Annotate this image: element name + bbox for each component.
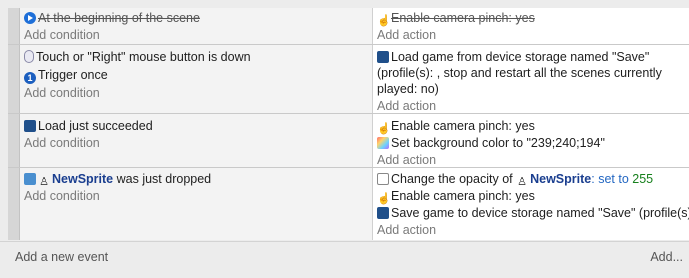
add-condition-link[interactable]: Add condition bbox=[24, 85, 100, 101]
add-action-link[interactable]: Add action bbox=[377, 27, 436, 43]
add-action-link[interactable]: Add action bbox=[377, 222, 436, 238]
storage-icon bbox=[377, 207, 389, 219]
camera-pinch-icon: ☝ bbox=[377, 193, 391, 205]
storage-icon bbox=[24, 120, 36, 132]
condition-item[interactable]: 1 Trigger once bbox=[24, 67, 108, 84]
event-drag-handle[interactable] bbox=[8, 8, 20, 44]
event-drag-handle[interactable] bbox=[8, 114, 20, 167]
drag-icon bbox=[24, 173, 36, 185]
trigger-once-icon: 1 bbox=[24, 72, 36, 84]
conditions-column: Load just succeeded Add condition bbox=[20, 114, 373, 167]
sprite-icon: ♙ bbox=[517, 176, 528, 188]
add-more-button[interactable]: Add... bbox=[650, 250, 683, 264]
scene-start-icon bbox=[24, 12, 36, 24]
background-color-icon bbox=[377, 137, 389, 149]
conditions-column: ♙ NewSprite was just dropped Add conditio… bbox=[20, 168, 373, 240]
camera-pinch-icon: ☝ bbox=[377, 15, 391, 27]
actions-column: ☝Enable camera pinch: yes Set background… bbox=[373, 114, 689, 167]
action-item[interactable]: Change the opacity of ♙ NewSprite: set to… bbox=[377, 171, 653, 188]
events-sheet: At the beginning of the scene Add condit… bbox=[0, 0, 689, 240]
actions-column: Change the opacity of ♙ NewSprite: set to… bbox=[373, 168, 689, 240]
mouse-icon bbox=[24, 50, 34, 63]
action-item[interactable]: Set background color to "239;240;194" bbox=[377, 135, 605, 151]
condition-item[interactable]: Touch or "Right" mouse button is down bbox=[24, 49, 251, 65]
condition-item[interactable]: ♙ NewSprite was just dropped bbox=[24, 171, 211, 188]
add-condition-link[interactable]: Add condition bbox=[24, 135, 100, 151]
action-item[interactable]: Load game from device storage named "Sav… bbox=[377, 49, 689, 97]
event-drag-handle[interactable] bbox=[8, 168, 20, 240]
object-name: NewSprite bbox=[52, 172, 114, 186]
events-footer: Add a new event Add... bbox=[0, 241, 689, 278]
event-drag-handle[interactable] bbox=[8, 45, 20, 113]
conditions-column: At the beginning of the scene Add condit… bbox=[20, 8, 373, 44]
storage-icon bbox=[377, 51, 389, 63]
camera-pinch-icon: ☝ bbox=[377, 123, 391, 135]
add-condition-link[interactable]: Add condition bbox=[24, 188, 100, 204]
add-action-link[interactable]: Add action bbox=[377, 152, 436, 168]
event-row[interactable]: Load just succeeded Add condition ☝Enabl… bbox=[8, 114, 689, 168]
object-name: NewSprite bbox=[530, 172, 592, 186]
add-condition-link[interactable]: Add condition bbox=[24, 27, 100, 43]
event-row[interactable]: ♙ NewSprite was just dropped Add conditio… bbox=[8, 168, 689, 240]
conditions-column: Touch or "Right" mouse button is down 1T… bbox=[20, 45, 373, 113]
action-item[interactable]: ☝Enable camera pinch: yes bbox=[377, 118, 535, 135]
event-row[interactable]: Touch or "Right" mouse button is down 1T… bbox=[8, 45, 689, 114]
add-action-link[interactable]: Add action bbox=[377, 98, 436, 114]
opacity-icon bbox=[377, 173, 389, 185]
sprite-icon: ♙ bbox=[39, 176, 49, 188]
condition-item[interactable]: Load just succeeded bbox=[24, 118, 153, 134]
action-item[interactable]: ☝Enable camera pinch: yes bbox=[377, 188, 535, 205]
actions-column: ☝Enable camera pinch: yes Add action bbox=[373, 8, 689, 44]
action-item[interactable]: ☝Enable camera pinch: yes bbox=[377, 10, 535, 27]
actions-column: Load game from device storage named "Sav… bbox=[373, 45, 689, 113]
action-item[interactable]: Save game to device storage named "Save"… bbox=[377, 205, 689, 221]
event-row[interactable]: At the beginning of the scene Add condit… bbox=[8, 8, 689, 45]
condition-item[interactable]: At the beginning of the scene bbox=[24, 10, 200, 26]
add-new-event-button[interactable]: Add a new event bbox=[15, 250, 108, 264]
